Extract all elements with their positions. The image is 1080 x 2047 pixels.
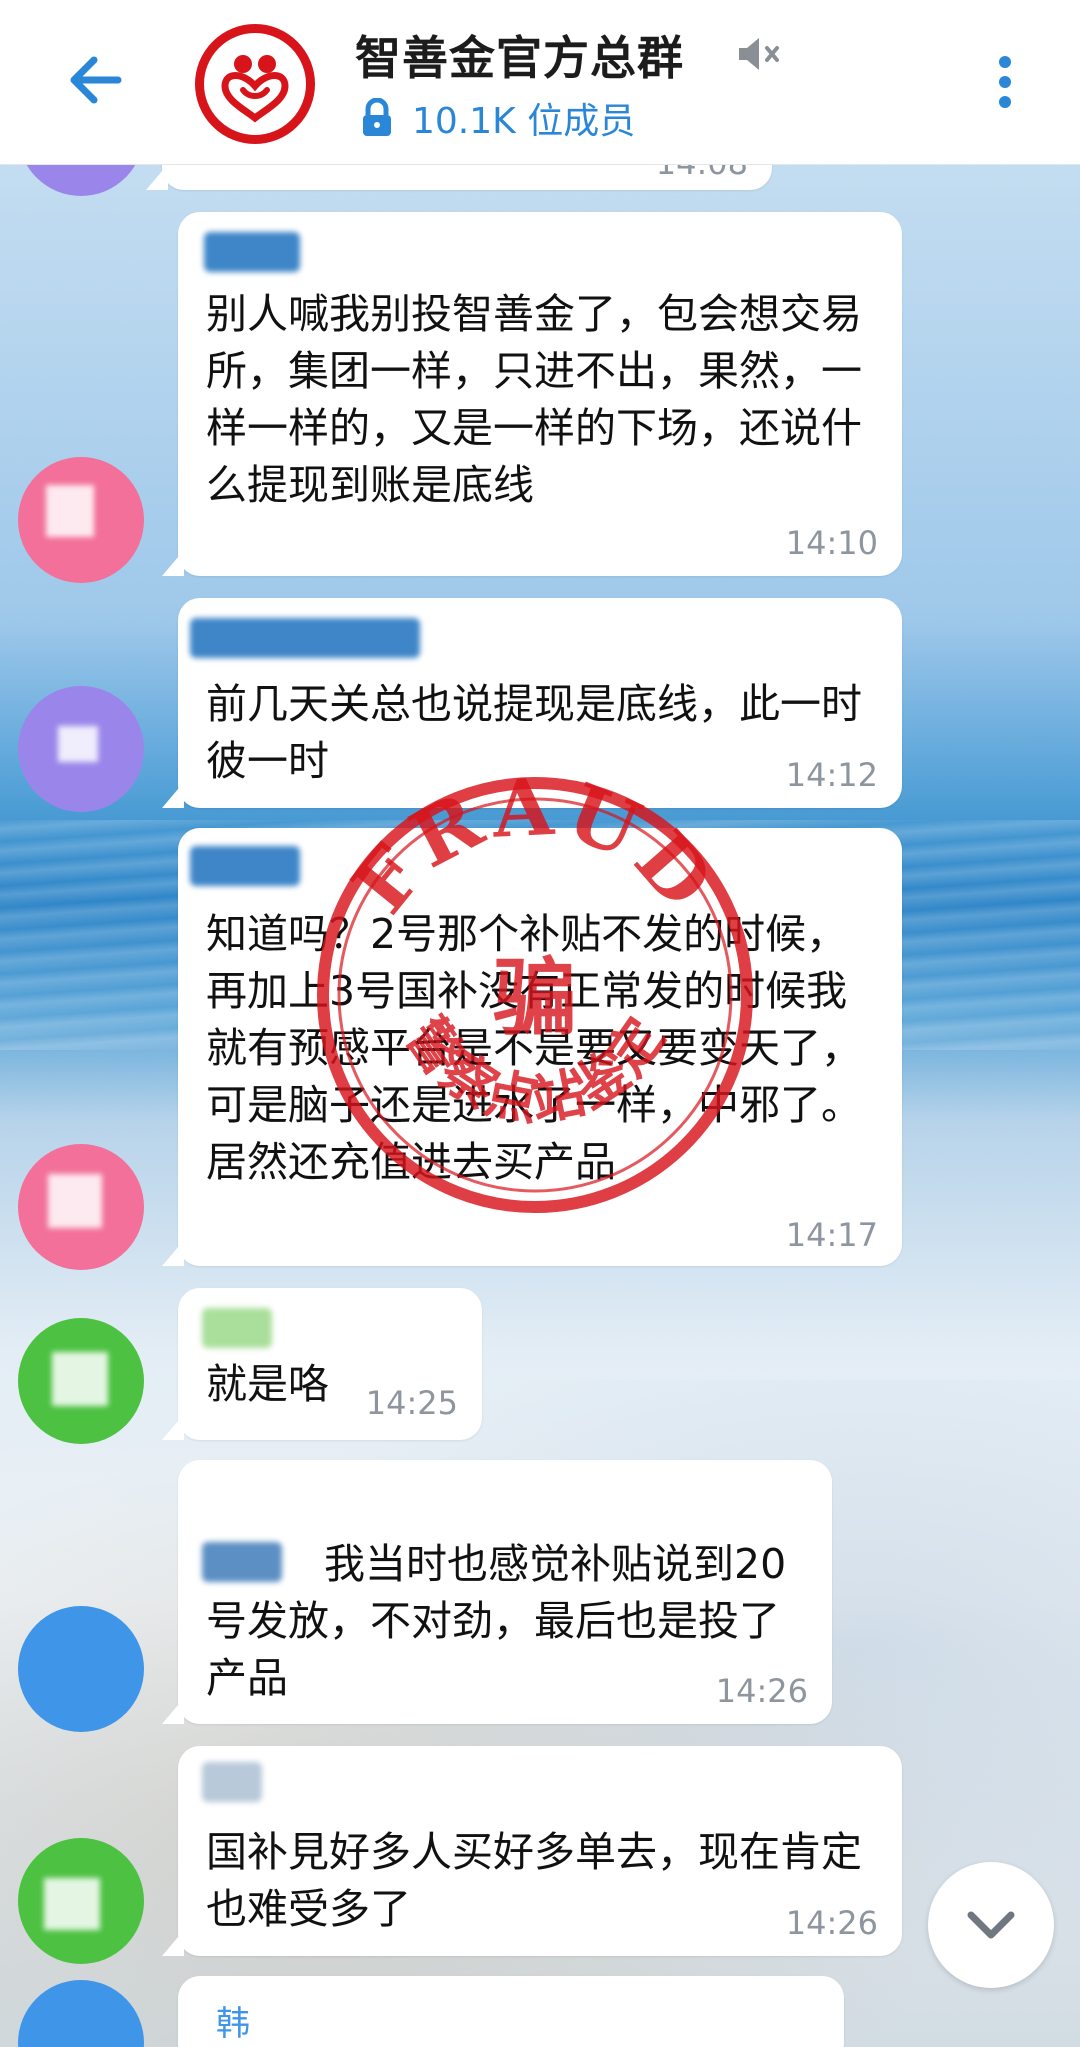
avatar[interactable] (18, 1318, 144, 1444)
avatar[interactable] (18, 1980, 144, 2047)
avatar[interactable] (18, 1606, 144, 1732)
message-time: 14:26 (785, 1904, 878, 1942)
message-bubble[interactable]: 就是咯 14:25 (162, 1288, 482, 1440)
message-bubble[interactable]: 韩 (162, 1976, 844, 2047)
scroll-to-bottom-button[interactable] (928, 1862, 1054, 1988)
sender-name[interactable] (204, 232, 300, 272)
member-info[interactable]: 10.1K 位成员 (360, 92, 635, 144)
chevron-down-icon (967, 1911, 1015, 1939)
sender-name[interactable] (202, 1308, 272, 1348)
message-time: 14:10 (785, 524, 878, 562)
message-bubble[interactable]: 我当时也感觉补贴说到20号发放，不对劲，最后也是投了产品 14:26 (162, 1460, 832, 1724)
message-time: 14:26 (715, 1672, 808, 1710)
message-bubble[interactable]: 别人喊我别投智善金了，包会想交易所，集团一样，只进不出，果然，一样一样的，又是一… (162, 212, 902, 576)
message-time: 14:25 (365, 1384, 458, 1422)
sender-name[interactable]: 韩 (216, 1996, 250, 2045)
back-button[interactable] (60, 45, 130, 115)
more-vertical-icon (999, 56, 1011, 108)
message-time: 14:17 (785, 1216, 878, 1254)
sender-name[interactable] (190, 846, 300, 886)
message-text: 就是咯 (206, 1360, 329, 1408)
group-title[interactable]: 智善金官方总群 (355, 22, 684, 88)
message-text: 别人喊我别投智善金了，包会想交易所，集团一样，只进不出，果然，一样一样的，又是一… (206, 290, 862, 509)
group-avatar[interactable] (195, 24, 315, 144)
avatar[interactable] (18, 1144, 144, 1270)
avatar[interactable] (18, 457, 144, 583)
chat-header: 智善金官方总群 10.1K 位成员 (0, 0, 1080, 165)
message-time: 14:12 (785, 756, 878, 794)
message-text: 前几天关总也说提现是底线，此一时彼一时 (206, 680, 862, 785)
avatar[interactable] (18, 686, 144, 812)
avatar[interactable] (18, 1838, 144, 1964)
message-bubble[interactable]: 知道吗？2号那个补贴不发的时候，再加上3号国补没有正常发的时候我就有预感平台是不… (162, 828, 902, 1266)
message-bubble[interactable]: 国补見好多人买好多单去，现在肯定也难受多了 14:26 (162, 1746, 902, 1956)
member-count: 10.1K 位成员 (412, 101, 636, 142)
heart-logo-icon (221, 55, 289, 123)
message-text: 国补見好多人买好多单去，现在肯定也难受多了 (206, 1828, 862, 1933)
message-bubble[interactable]: 前几天关总也说提现是底线，此一时彼一时 14:12 (162, 598, 902, 808)
sender-name[interactable] (202, 1762, 262, 1802)
more-options-button[interactable] (990, 52, 1020, 112)
lock-icon (363, 98, 391, 136)
arrow-left-icon (70, 56, 122, 104)
sender-name[interactable] (190, 618, 420, 658)
message-text: 知道吗？2号那个补贴不发的时候，再加上3号国补没有正常发的时候我就有预感平台是不… (206, 910, 862, 1186)
muted-speaker-icon (739, 38, 779, 70)
